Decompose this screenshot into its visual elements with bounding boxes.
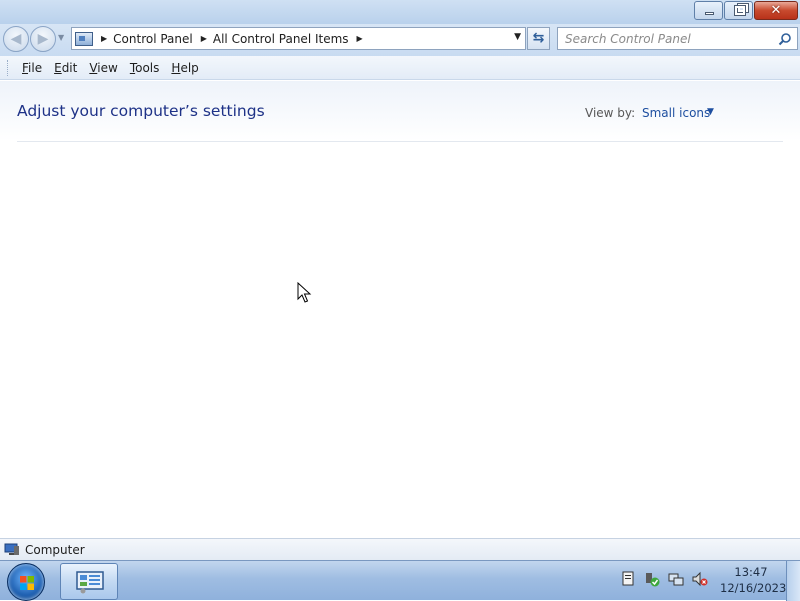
control-panel-icon [76,571,104,594]
close-button[interactable]: ✕ [754,1,798,20]
view-by-label: View by: [585,106,636,120]
breadcrumb-arrow-icon[interactable]: ▶ [101,34,107,43]
minimize-icon [705,12,714,15]
title-bar[interactable]: ✕ [0,0,800,24]
mouse-cursor-icon [297,282,312,303]
windows-logo-icon [20,576,34,590]
start-button[interactable] [7,563,45,601]
close-icon: ✕ [770,3,782,18]
refresh-icon: ⇆ [532,30,545,46]
menu-tools-label: ools [135,60,160,75]
menu-file[interactable]: File [16,61,48,75]
show-desktop-button[interactable] [786,561,800,601]
network-icon[interactable] [668,571,684,587]
content-area: Adjust your computer’s settings View by:… [0,81,800,537]
status-text: Computer [25,542,85,557]
menu-view-label: iew [97,60,118,75]
restore-icon [734,5,746,16]
breadcrumb-all-items[interactable]: All Control Panel Items [213,32,349,46]
search-icon[interactable] [778,32,792,46]
clock-time: 13:47 [734,565,768,579]
action-center-icon[interactable] [620,571,636,587]
back-button[interactable]: ◀ [3,26,29,52]
address-dropdown-icon[interactable]: ▼ [514,32,521,42]
refresh-button[interactable]: ⇆ [527,27,550,50]
address-bar[interactable]: ▶ Control Panel ▶ All Control Panel Item… [71,27,526,50]
divider [17,141,783,142]
view-by-dropdown[interactable]: Small icons [642,106,710,120]
page-title: Adjust your computer’s settings [17,102,265,120]
taskbar-clock[interactable]: 13:47 12/16/2023 [720,564,787,596]
control-panel-icon [75,31,93,46]
menu-grip [7,59,10,76]
minimize-button[interactable] [694,1,723,20]
search-box[interactable] [557,27,798,50]
menu-help-label: elp [180,60,199,75]
security-shield-icon[interactable] [644,571,660,587]
breadcrumb-control-panel[interactable]: Control Panel [113,32,193,46]
caption-buttons: ✕ [693,1,798,20]
clock-date: 12/16/2023 [720,581,787,595]
status-bar: Computer [0,538,800,560]
volume-muted-icon[interactable] [692,571,708,587]
menu-view[interactable]: View [83,61,123,75]
taskbar: 13:47 12/16/2023 [0,560,800,601]
breadcrumb-arrow-icon[interactable]: ▶ [357,34,363,43]
control-panel-window: ✕ ◀ ▶ ▼ ▶ Control Panel ▶ All Control Pa… [0,0,800,560]
menu-help[interactable]: Help [165,61,204,75]
recent-pages-dropdown[interactable]: ▼ [58,33,64,42]
forward-button[interactable]: ▶ [30,26,56,52]
search-input[interactable] [558,28,768,49]
system-tray [620,571,716,587]
menu-edit[interactable]: Edit [48,61,83,75]
breadcrumb-arrow-icon[interactable]: ▶ [201,34,207,43]
forward-arrow-icon: ▶ [37,31,49,47]
menu-edit-label: dit [61,60,78,75]
menu-edit-accel: E [54,60,62,75]
menu-file-label: ile [28,60,43,75]
restore-button[interactable] [724,1,753,20]
back-arrow-icon: ◀ [10,31,22,47]
taskbar-control-panel-button[interactable] [60,563,118,600]
menu-tools[interactable]: Tools [124,61,166,75]
navigation-bar: ◀ ▶ ▼ ▶ Control Panel ▶ All Control Pane… [0,24,800,56]
menu-bar: File Edit View Tools Help [0,56,800,80]
chevron-down-icon[interactable]: ▼ [707,107,714,117]
computer-icon [4,543,19,555]
